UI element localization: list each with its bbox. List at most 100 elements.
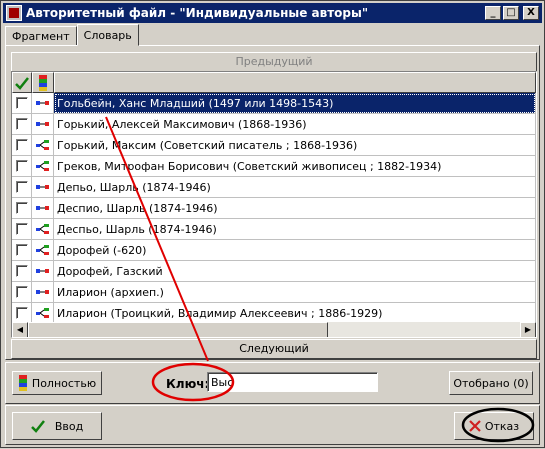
row-type-cell bbox=[32, 282, 54, 303]
stack-icon bbox=[39, 74, 47, 91]
close-button[interactable]: X bbox=[523, 6, 539, 20]
link-icon bbox=[35, 101, 49, 105]
window-title: Авторитетный файл - "Индивидуальные авто… bbox=[26, 6, 369, 20]
row-checkbox-cell bbox=[12, 282, 32, 303]
table-row[interactable]: Иларион (Троицкий, Владимир Алексеевич ;… bbox=[12, 303, 536, 324]
row-name: Дорофей (-620) bbox=[54, 240, 536, 261]
app-icon bbox=[6, 5, 22, 21]
grid-header bbox=[12, 72, 536, 93]
row-checkbox-cell bbox=[12, 177, 32, 198]
table-row[interactable]: Деспьо, Шарль (1874-1946) bbox=[12, 219, 536, 240]
table-row[interactable]: Иларион (архиеп.) bbox=[12, 282, 536, 303]
maximize-button[interactable]: □ bbox=[503, 6, 519, 20]
full-button-label: Полностью bbox=[31, 376, 97, 390]
tab-dictionary[interactable]: Словарь bbox=[76, 24, 139, 46]
dictionary-panel: Предыдущий Гольбейн, Ханс Младший (1497 … bbox=[5, 45, 540, 360]
row-name: Деспио, Шарль (1874-1946) bbox=[54, 198, 536, 219]
scroll-left-button[interactable]: ◀ bbox=[12, 322, 28, 337]
name-column-header[interactable] bbox=[54, 72, 536, 93]
row-checkbox-cell bbox=[12, 114, 32, 135]
row-checkbox[interactable] bbox=[15, 223, 28, 235]
table-row[interactable]: Депьо, Шарль (1874-1946) bbox=[12, 177, 536, 198]
row-checkbox[interactable] bbox=[15, 265, 28, 277]
type-column-header[interactable] bbox=[32, 72, 54, 93]
enter-button-label: Ввод bbox=[54, 419, 84, 433]
row-type-cell bbox=[32, 303, 54, 324]
check-column-header[interactable] bbox=[12, 72, 32, 93]
row-type-cell bbox=[32, 177, 54, 198]
table-row[interactable]: Дорофей, Газский bbox=[12, 261, 536, 282]
link-icon bbox=[35, 122, 49, 126]
enter-button[interactable]: Ввод bbox=[12, 412, 102, 440]
tree-link-icon bbox=[35, 245, 49, 255]
row-type-cell bbox=[32, 93, 54, 114]
tree-link-icon bbox=[35, 224, 49, 234]
tab-strip: Фрагмент Словарь bbox=[5, 24, 139, 46]
link-icon bbox=[35, 290, 49, 294]
row-checkbox[interactable] bbox=[15, 286, 28, 298]
row-name: Депьо, Шарль (1874-1946) bbox=[54, 177, 536, 198]
next-button[interactable]: Следующий bbox=[11, 339, 537, 359]
row-name: Горький, Максим (Советский писатель ; 18… bbox=[54, 135, 536, 156]
row-checkbox-cell bbox=[12, 156, 32, 177]
row-name: Горький, Алексей Максимович (1868-1936) bbox=[54, 114, 536, 135]
checkmark-icon bbox=[15, 76, 29, 90]
dialog-footer: Ввод Отказ bbox=[5, 405, 540, 445]
minimize-button[interactable]: _ bbox=[485, 6, 501, 20]
row-checkbox-cell bbox=[12, 303, 32, 324]
scroll-right-button[interactable]: ▶ bbox=[520, 322, 536, 337]
row-name: Греков, Митрофан Борисович (Советский жи… bbox=[54, 156, 536, 177]
horizontal-scrollbar[interactable]: ◀ ▶ bbox=[12, 322, 536, 337]
dialog-window: Авторитетный файл - "Индивидуальные авто… bbox=[0, 0, 545, 448]
stack-icon bbox=[18, 375, 27, 391]
title-bar[interactable]: Авторитетный файл - "Индивидуальные авто… bbox=[3, 3, 542, 23]
row-name: Деспьо, Шарль (1874-1946) bbox=[54, 219, 536, 240]
link-icon bbox=[35, 206, 49, 210]
table-row[interactable]: Горький, Максим (Советский писатель ; 18… bbox=[12, 135, 536, 156]
row-checkbox-cell bbox=[12, 93, 32, 114]
search-bar: Полностью Ключ: Отобрано (0) bbox=[5, 362, 540, 404]
row-name: Иларион (архиеп.) bbox=[54, 282, 536, 303]
row-checkbox[interactable] bbox=[15, 307, 28, 319]
tree-link-icon bbox=[35, 161, 49, 171]
table-row[interactable]: Дорофей (-620) bbox=[12, 240, 536, 261]
row-checkbox-cell bbox=[12, 261, 32, 282]
row-name: Дорофей, Газский bbox=[54, 261, 536, 282]
row-checkbox-cell bbox=[12, 240, 32, 261]
row-checkbox[interactable] bbox=[15, 202, 28, 214]
scroll-thumb[interactable] bbox=[28, 322, 328, 337]
table-row[interactable]: Гольбейн, Ханс Младший (1497 или 1498-15… bbox=[12, 93, 536, 114]
authors-grid: Гольбейн, Ханс Младший (1497 или 1498-15… bbox=[11, 71, 537, 338]
cancel-button[interactable]: Отказ bbox=[454, 412, 534, 440]
row-checkbox[interactable] bbox=[15, 139, 28, 151]
table-row[interactable]: Греков, Митрофан Борисович (Советский жи… bbox=[12, 156, 536, 177]
row-checkbox[interactable] bbox=[15, 160, 28, 172]
key-label: Ключ: bbox=[166, 377, 210, 391]
row-name: Иларион (Троицкий, Владимир Алексеевич ;… bbox=[54, 303, 536, 324]
row-type-cell bbox=[32, 135, 54, 156]
row-checkbox[interactable] bbox=[15, 244, 28, 256]
row-checkbox-cell bbox=[12, 198, 32, 219]
row-checkbox[interactable] bbox=[15, 97, 28, 109]
row-type-cell bbox=[32, 114, 54, 135]
row-type-cell bbox=[32, 198, 54, 219]
row-checkbox[interactable] bbox=[15, 118, 28, 130]
cancel-button-label: Отказ bbox=[484, 419, 520, 433]
row-checkbox-cell bbox=[12, 135, 32, 156]
selected-count-button[interactable]: Отобрано (0) bbox=[449, 371, 533, 395]
row-type-cell bbox=[32, 219, 54, 240]
table-row[interactable]: Горький, Алексей Максимович (1868-1936) bbox=[12, 114, 536, 135]
row-checkbox-cell bbox=[12, 219, 32, 240]
key-input[interactable] bbox=[207, 372, 378, 392]
row-type-cell bbox=[32, 240, 54, 261]
tree-link-icon bbox=[35, 140, 49, 150]
cancel-x-icon bbox=[469, 420, 481, 432]
previous-button[interactable]: Предыдущий bbox=[11, 52, 537, 72]
checkmark-icon bbox=[30, 420, 45, 433]
row-type-cell bbox=[32, 261, 54, 282]
row-name: Гольбейн, Ханс Младший (1497 или 1498-15… bbox=[54, 93, 536, 114]
row-checkbox[interactable] bbox=[15, 181, 28, 193]
table-row[interactable]: Деспио, Шарль (1874-1946) bbox=[12, 198, 536, 219]
tab-fragment[interactable]: Фрагмент bbox=[5, 26, 77, 46]
full-button[interactable]: Полностью bbox=[12, 371, 102, 395]
